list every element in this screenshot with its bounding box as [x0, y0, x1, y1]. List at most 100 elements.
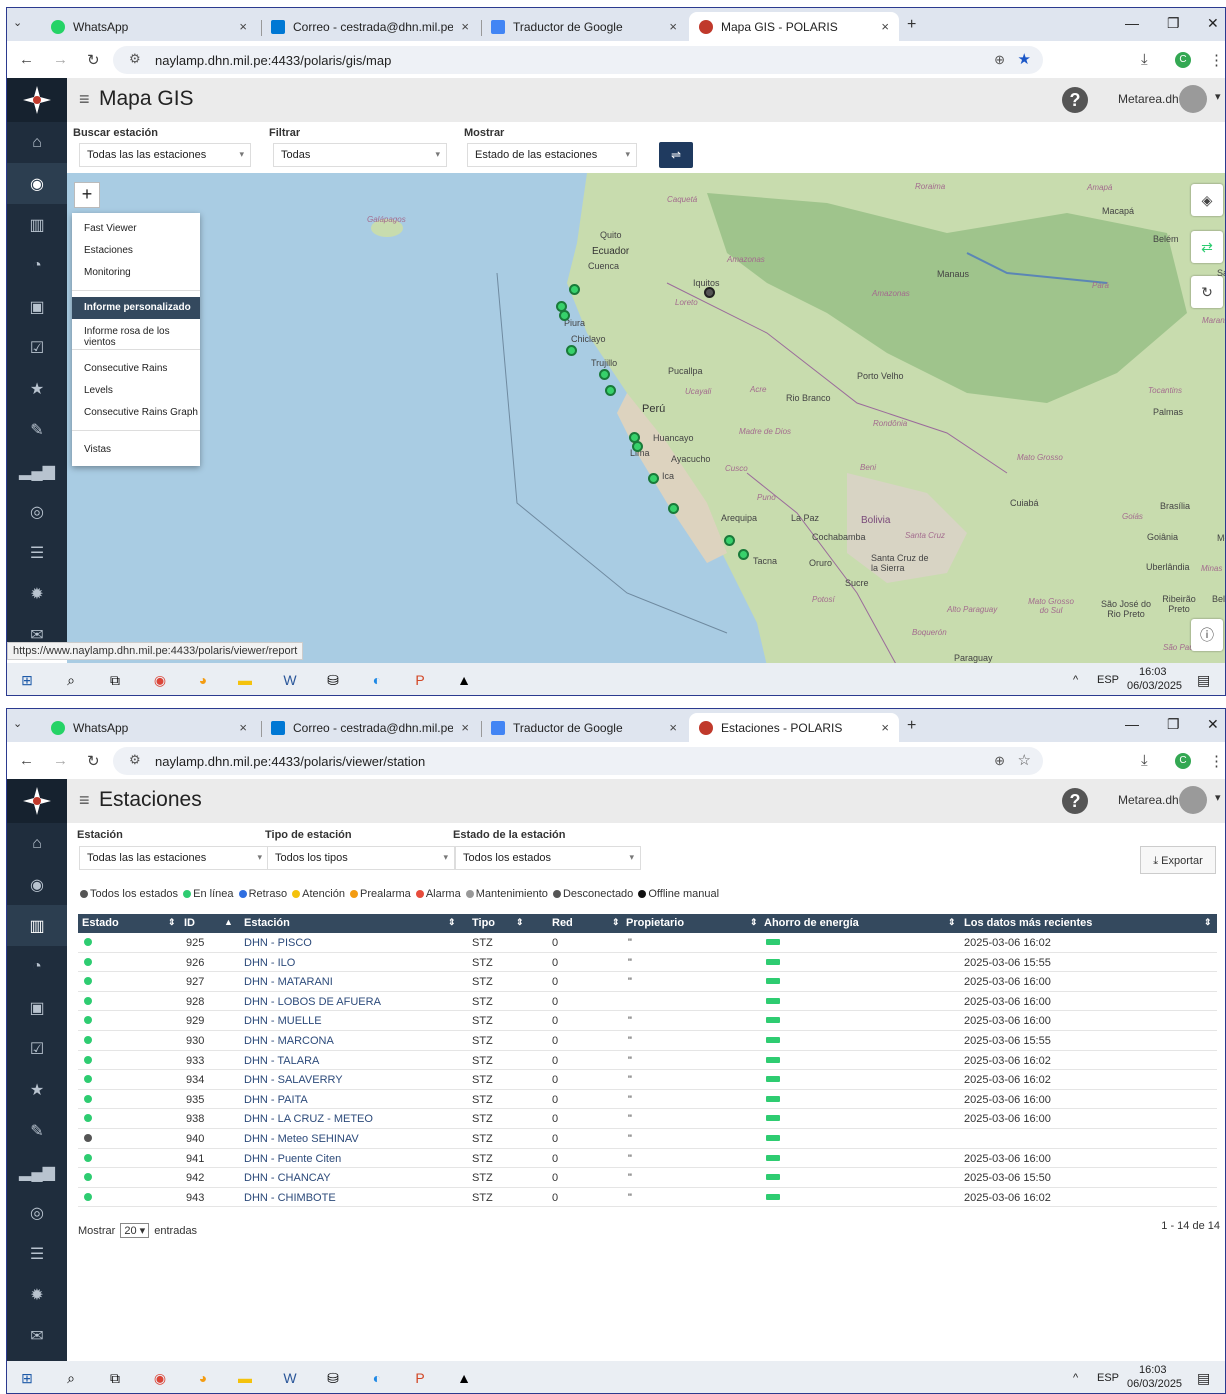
tab-estaciones[interactable]: Estaciones - POLARIS × — [689, 713, 899, 742]
network-drive-icon[interactable]: ⛁ — [323, 1368, 343, 1388]
checkbox-icon[interactable]: ☑ — [7, 327, 67, 368]
reload-icon[interactable]: ↻ — [87, 752, 100, 770]
language-indicator[interactable]: ESP — [1097, 1372, 1119, 1384]
cell-station-name[interactable]: DHN - Meteo SEHINAV — [244, 1133, 359, 1145]
close-window-icon[interactable]: ✕ — [1207, 15, 1219, 32]
forward-icon[interactable]: → — [53, 752, 68, 769]
table-row[interactable]: 928 DHN - LOBOS DE AFUERA STZ 0 2025-03-06 1… — [78, 992, 1217, 1012]
word-icon[interactable]: W — [280, 1368, 300, 1388]
home-icon[interactable]: ⌂ — [7, 823, 67, 864]
menu-dots-icon[interactable]: ⋮ — [1209, 752, 1224, 770]
station-marker[interactable] — [724, 535, 735, 546]
legend-item-prealarma[interactable]: Prealarma — [348, 888, 411, 900]
briefcase-icon[interactable]: ▣ — [7, 286, 67, 327]
table-row[interactable]: 938 DHN - LA CRUZ - METEO STZ 0 " 2025-03-06 … — [78, 1109, 1217, 1129]
new-tab-icon[interactable]: + — [907, 717, 916, 735]
mostrar-select[interactable]: Estado de las estaciones ▾ — [467, 143, 637, 167]
col-id[interactable]: ID ▲ — [184, 917, 233, 929]
task-view-icon[interactable]: ⧉ — [105, 1368, 125, 1388]
word-icon[interactable]: W — [280, 670, 300, 690]
user-name[interactable]: Metarea.dhn — [1118, 793, 1185, 807]
col-estacion[interactable]: Estación ⇕ — [244, 917, 456, 929]
checkbox-icon[interactable]: ☑ — [7, 1028, 67, 1069]
cell-station-name[interactable]: DHN - PAITA — [244, 1094, 308, 1106]
minimize-icon[interactable]: — — [1125, 716, 1139, 732]
page-size-select[interactable]: 20 ▾ — [120, 1223, 150, 1238]
tab-search-icon[interactable]: ⌄ — [13, 16, 29, 29]
taskbar-search-icon[interactable]: ⌕ — [61, 1368, 81, 1388]
menu-item-informe-rosa[interactable]: Informe rosa de los vientos — [72, 321, 200, 348]
table-row[interactable]: 933 DHN - TALARA STZ 0 " 2025-03-06 16:02 — [78, 1051, 1217, 1071]
tab-close-icon[interactable]: × — [669, 19, 677, 34]
bar-chart-icon[interactable]: ▥ — [7, 204, 67, 245]
tab-whatsapp[interactable]: WhatsApp × — [41, 12, 257, 41]
edge-icon[interactable]: ◐ — [367, 670, 387, 690]
legend-item-mantenimiento[interactable]: Mantenimiento — [464, 888, 548, 900]
powerpoint-icon[interactable]: P — [410, 1368, 430, 1388]
globe-icon[interactable]: ◉ — [7, 163, 67, 204]
help-icon[interactable]: ? — [1062, 87, 1088, 113]
col-datos-recientes[interactable]: Los datos más recientes ⇕ — [964, 917, 1212, 929]
zoom-icon[interactable]: ⊕ — [994, 753, 1005, 769]
globe-icon[interactable]: ◉ — [7, 864, 67, 905]
station-marker[interactable] — [668, 503, 679, 514]
table-row[interactable]: 941 DHN - Puente Citen STZ 0 " 2025-03-06 16:… — [78, 1149, 1217, 1169]
cell-station-name[interactable]: DHN - CHANCAY — [244, 1172, 331, 1184]
station-marker[interactable] — [648, 473, 659, 484]
cell-station-name[interactable]: DHN - PISCO — [244, 937, 312, 949]
col-tipo[interactable]: Tipo ⇕ — [472, 917, 524, 929]
legend-item-alarma[interactable]: Alarma — [414, 888, 461, 900]
legend-item-todos[interactable]: Todos los estados — [78, 888, 178, 900]
podcast-icon[interactable]: ◎ — [7, 491, 67, 532]
bookmark-star-icon[interactable]: ★ — [1018, 50, 1031, 68]
table-row[interactable]: 925 DHN - PISCO STZ 0 " 2025-03-06 16:02 — [78, 933, 1217, 953]
col-ahorro[interactable]: Ahorro de energía ⇕ — [764, 917, 956, 929]
edit-icon[interactable]: ✎ — [7, 1110, 67, 1151]
estado-estacion-select[interactable]: Todos los estados ▾ — [455, 846, 641, 870]
close-window-icon[interactable]: ✕ — [1207, 716, 1219, 733]
table-row[interactable]: 930 DHN - MARCONA STZ 0 " 2025-03-06 15:55 — [78, 1031, 1217, 1051]
notification-icon[interactable]: ▤ — [1197, 672, 1210, 689]
site-info-icon[interactable]: ⚙ — [129, 51, 141, 67]
zoom-icon[interactable]: ⊕ — [994, 52, 1005, 68]
profile-avatar[interactable]: C — [1175, 753, 1191, 769]
tray-chevron-icon[interactable]: ^ — [1073, 674, 1078, 686]
photos-icon[interactable]: ▲ — [454, 670, 474, 690]
user-avatar[interactable] — [1179, 85, 1207, 113]
chrome-icon[interactable]: ◉ — [150, 1368, 170, 1388]
tab-close-icon[interactable]: × — [239, 720, 247, 735]
help-icon[interactable]: ? — [1062, 788, 1088, 814]
site-info-icon[interactable]: ⚙ — [129, 752, 141, 768]
station-marker[interactable] — [599, 369, 610, 380]
info-icon[interactable]: ⓘ — [1191, 619, 1223, 651]
home-icon[interactable]: ⌂ — [7, 122, 67, 163]
task-view-icon[interactable]: ⧉ — [105, 670, 125, 690]
tab-close-icon[interactable]: × — [669, 720, 677, 735]
taskbar-search-icon[interactable]: ⌕ — [61, 670, 81, 690]
cell-station-name[interactable]: DHN - TALARA — [244, 1055, 319, 1067]
photos-icon[interactable]: ▲ — [454, 1368, 474, 1388]
tipo-estacion-select[interactable]: Todos los tipos ▾ — [267, 846, 455, 870]
station-marker[interactable] — [559, 310, 570, 321]
estacion-select[interactable]: Todas las las estaciones ▾ — [79, 846, 269, 870]
dashboard-icon[interactable]: ◔ — [7, 245, 67, 286]
col-estado[interactable]: Estado ⇕ — [82, 917, 176, 929]
mail-icon[interactable]: ✉ — [7, 1315, 67, 1356]
tab-whatsapp[interactable]: WhatsApp × — [41, 713, 257, 742]
table-row[interactable]: 935 DHN - PAITA STZ 0 " 2025-03-06 16:00 — [78, 1090, 1217, 1110]
windows-start-icon[interactable]: ⊞ — [17, 670, 37, 690]
col-propietario[interactable]: Propietario ⇕ — [626, 917, 758, 929]
tab-search-icon[interactable]: ⌄ — [13, 717, 29, 730]
restore-icon[interactable]: ❐ — [1167, 15, 1180, 32]
language-indicator[interactable]: ESP — [1097, 674, 1119, 686]
forward-icon[interactable]: → — [53, 51, 68, 68]
cell-station-name[interactable]: DHN - MARCONA — [244, 1035, 334, 1047]
powerpoint-icon[interactable]: P — [410, 670, 430, 690]
profile-avatar[interactable]: C — [1175, 52, 1191, 68]
url-field[interactable]: ⚙ naylamp.dhn.mil.pe:4433/polaris/viewer… — [113, 747, 1043, 775]
file-explorer-icon[interactable]: ▬ — [235, 1368, 255, 1388]
back-icon[interactable]: ← — [19, 51, 34, 68]
table-row[interactable]: 927 DHN - MATARANI STZ 0 " 2025-03-06 16:00 — [78, 972, 1217, 992]
export-button[interactable]: ⤓ Exportar — [1140, 846, 1216, 874]
station-marker[interactable] — [566, 345, 577, 356]
